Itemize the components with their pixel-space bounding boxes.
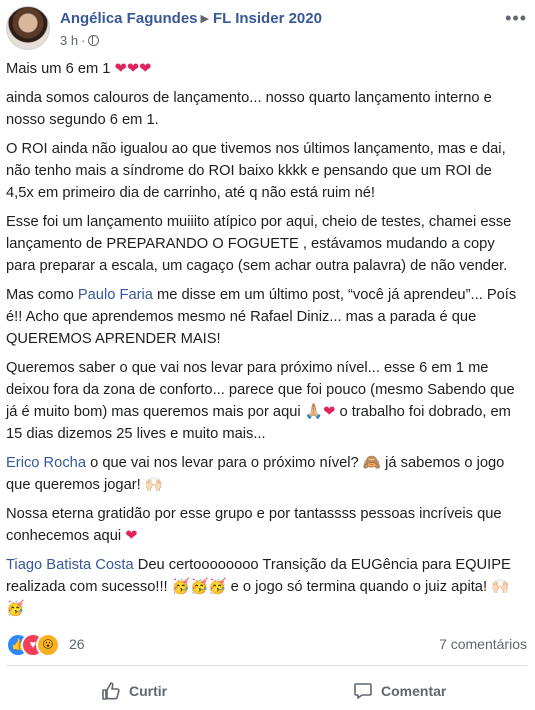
- post-paragraph: Tiago Batista Costa Deu certoooooooo Tra…: [6, 554, 523, 620]
- post-paragraph: Mas como Paulo Faria me disse em um últi…: [6, 284, 523, 350]
- post-time[interactable]: 3 h: [60, 33, 78, 48]
- post-paragraph: Esse foi um lançamento muiiito atípico p…: [6, 211, 523, 277]
- post-text: Mas como: [6, 287, 78, 303]
- post-paragraph: Erico Rocha o que vai nos levar para o p…: [6, 452, 523, 496]
- post-paragraph: Queremos saber o que vai nos levar para …: [6, 357, 523, 445]
- reaction-count[interactable]: 26: [69, 636, 85, 652]
- author-name[interactable]: Angélica Fagundes: [60, 10, 198, 27]
- post-meta: 3 h ·: [60, 33, 100, 48]
- author-avatar[interactable]: [6, 6, 50, 50]
- wow-reaction-icon[interactable]: 😮: [36, 633, 60, 657]
- post-text: ainda somos calouros de lançamento... no…: [6, 90, 492, 128]
- heart-emoji: ❤: [323, 404, 336, 420]
- more-options-icon[interactable]: •••: [505, 8, 527, 29]
- post-text: O ROI ainda não igualou ao que tivemos n…: [6, 141, 506, 201]
- heart-emoji: ❤❤❤: [114, 61, 152, 77]
- post-actions: Curtir Comentar: [6, 674, 527, 708]
- globe-icon[interactable]: [88, 35, 100, 46]
- divider: [6, 665, 527, 666]
- comment-label: Comentar: [381, 683, 447, 699]
- post-paragraph: ainda somos calouros de lançamento... no…: [6, 87, 523, 131]
- post-text: Esse foi um lançamento muiiito atípico p…: [6, 214, 512, 274]
- comment-button[interactable]: Comentar: [353, 674, 446, 708]
- reactions-bar: 👍 ♥ 😮 26 7 comentários: [6, 633, 527, 657]
- post-paragraph: O ROI ainda não igualou ao que tivemos n…: [6, 138, 523, 204]
- mention-link[interactable]: Erico Rocha: [6, 455, 86, 471]
- mention-link[interactable]: Paulo Faria: [78, 287, 153, 303]
- post-body: Mais um 6 em 1 ❤❤❤ ainda somos calouros d…: [6, 58, 523, 627]
- thumbs-up-icon: [102, 682, 120, 700]
- post-paragraph: Mais um 6 em 1 ❤❤❤: [6, 58, 523, 80]
- comments-count[interactable]: 7 comentários: [439, 636, 527, 652]
- like-button[interactable]: Curtir: [101, 674, 167, 708]
- separator-dot: ·: [81, 33, 86, 48]
- like-label: Curtir: [129, 683, 168, 699]
- feed-post: Angélica Fagundes ▶ FL Insider 2020 3 h · •…: [0, 0, 535, 710]
- post-text: Nossa eterna gratidão por esse grupo e p…: [6, 506, 502, 544]
- arrow-right-icon: ▶: [200, 13, 209, 25]
- post-header: Angélica Fagundes ▶ FL Insider 2020 3 h · •…: [6, 6, 527, 56]
- speech-bubble-icon: [354, 683, 372, 699]
- group-name[interactable]: FL Insider 2020: [213, 10, 322, 27]
- post-paragraph: Nossa eterna gratidão por esse grupo e p…: [6, 503, 523, 547]
- post-text: Mais um 6 em 1: [6, 61, 115, 77]
- post-author-line: Angélica Fagundes ▶ FL Insider 2020: [60, 10, 322, 27]
- heart-emoji: ❤: [125, 528, 138, 544]
- mention-link[interactable]: Tiago Batista Costa: [6, 557, 134, 573]
